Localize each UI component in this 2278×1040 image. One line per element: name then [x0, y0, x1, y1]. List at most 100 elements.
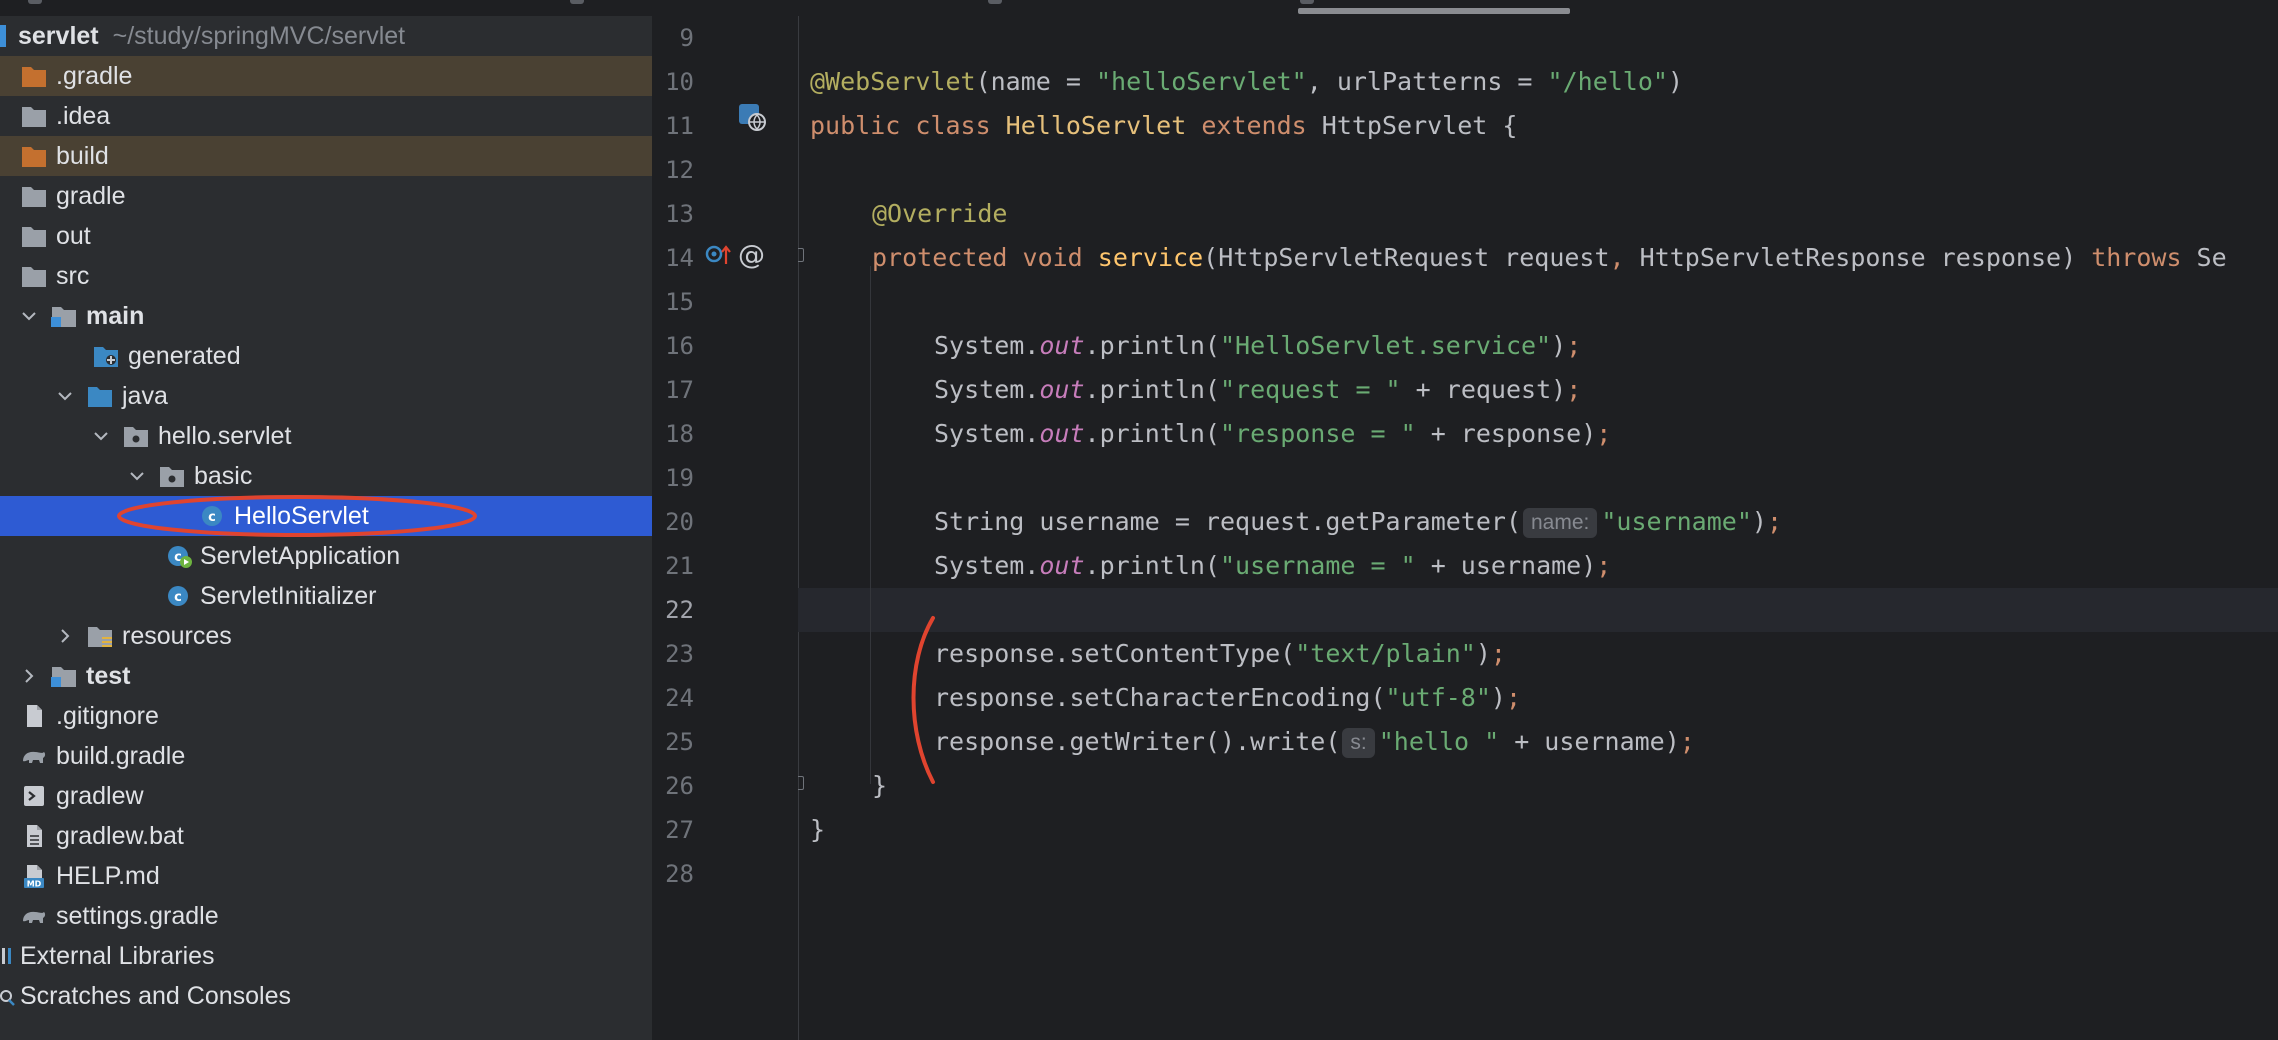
- line-number: 12: [665, 156, 694, 184]
- tree-item-label: gradlew: [56, 781, 144, 810]
- folder-icon: [20, 103, 48, 129]
- token: response.setContentType(: [934, 639, 1296, 668]
- token: out: [1039, 419, 1085, 448]
- token: + response): [1415, 419, 1597, 448]
- folder-excluded-icon: [20, 143, 48, 169]
- code-line-25: response.getWriter().write(s: "hello " + …: [934, 720, 1695, 764]
- implements-method-gutter-icon[interactable]: [704, 238, 734, 268]
- tab-stub: [28, 0, 42, 4]
- tree-item-label: .idea: [56, 101, 111, 130]
- chevron-down-icon[interactable]: [92, 427, 110, 445]
- tree-item-build[interactable]: build: [0, 136, 672, 176]
- project-tree-panel: servlet ~/study/springMVC/servlet .gradl…: [0, 16, 850, 1040]
- token: System.: [934, 419, 1040, 448]
- java-class-icon: [164, 583, 192, 609]
- token: , urlPatterns =: [1306, 67, 1548, 96]
- token: ;: [1490, 639, 1506, 668]
- tree-item-label: src: [56, 261, 90, 290]
- line-number: 21: [665, 552, 694, 580]
- token: Se: [2196, 243, 2227, 272]
- tree-item-java[interactable]: java: [0, 376, 708, 416]
- tree-item-src[interactable]: src: [0, 256, 672, 296]
- line-number: 16: [665, 332, 694, 360]
- token: ;: [1596, 419, 1612, 448]
- chevron-down-icon[interactable]: [56, 387, 74, 405]
- tree-item-gradlew-bat[interactable]: gradlew.bat: [0, 816, 672, 856]
- override-gutter-icon[interactable]: @: [738, 240, 765, 271]
- tree-item-label: out: [56, 221, 91, 250]
- generated-source-folder-icon: [92, 343, 120, 369]
- token: ;: [1566, 331, 1582, 360]
- token: @Override: [872, 199, 1008, 228]
- line-number: 28: [665, 860, 694, 888]
- module-folder-icon: [50, 663, 78, 689]
- markdown-icon: MD: [20, 863, 48, 889]
- token: extends: [1201, 111, 1322, 140]
- chevron-right-icon[interactable]: [56, 627, 74, 645]
- active-tab-indicator: [1298, 8, 1570, 14]
- token: protected void: [872, 243, 1098, 272]
- line-number: 27: [665, 816, 694, 844]
- module-folder-icon: [50, 303, 78, 329]
- token: "response = ": [1219, 419, 1416, 448]
- tree-item-main[interactable]: main: [0, 296, 672, 336]
- tree-item-hello-servlet[interactable]: hello.servlet: [0, 416, 744, 456]
- code-line-10: @WebServlet(name = "helloServlet", urlPa…: [810, 60, 1683, 104]
- line-number: 10: [665, 68, 694, 96]
- tree-item-gitignore[interactable]: .gitignore: [0, 696, 672, 736]
- token: HttpServlet {: [1321, 111, 1518, 140]
- tree-item-label: .gradle: [56, 61, 133, 90]
- root-name: servlet: [18, 21, 99, 50]
- shell-script-icon: [20, 783, 48, 809]
- tree-item-test[interactable]: test: [0, 656, 672, 696]
- code-line-17: System.out.println("request = " + reques…: [934, 368, 1581, 412]
- editor-tab-strip: [0, 0, 2278, 16]
- tree-item-gradle[interactable]: gradle: [0, 176, 672, 216]
- line-number: 24: [665, 684, 694, 712]
- tree-item-external-libraries[interactable]: External Libraries: [0, 936, 652, 976]
- token: ): [1667, 67, 1684, 96]
- token: ): [1490, 683, 1506, 712]
- tree-item-out[interactable]: out: [0, 216, 672, 256]
- current-line-highlight: [798, 588, 2278, 632]
- token: + username): [1499, 727, 1680, 756]
- code-line-14: protected void service(HttpServletReques…: [872, 236, 2227, 280]
- folder-icon: [20, 263, 48, 289]
- tree-item-settings-gradle[interactable]: settings.gradle: [0, 896, 672, 936]
- scratches-icon: [0, 983, 16, 1009]
- chevron-right-icon[interactable]: [20, 667, 38, 685]
- tree-item-label: build: [56, 141, 109, 170]
- tree-item-scratches[interactable]: Scratches and Consoles: [0, 976, 652, 1016]
- web-servlet-gutter-icon[interactable]: [738, 103, 768, 133]
- tree-item-gradle-dir[interactable]: .gradle: [0, 56, 672, 96]
- tree-item-gradlew[interactable]: gradlew: [0, 776, 672, 816]
- token: ;: [1679, 727, 1695, 756]
- tree-item-help-md[interactable]: MD HELP.md: [0, 856, 672, 896]
- tree-item-build-gradle[interactable]: build.gradle: [0, 736, 672, 776]
- token: "username": [1601, 507, 1752, 536]
- folder-icon: [20, 183, 48, 209]
- tree-item-label: java: [122, 381, 168, 410]
- tree-root-servlet[interactable]: servlet ~/study/springMVC/servlet: [0, 16, 652, 56]
- token: response.getWriter().write(: [934, 727, 1341, 756]
- code-editor[interactable]: @WebServlet(name = "helloServlet", urlPa…: [798, 16, 2278, 1040]
- chevron-down-icon[interactable]: [128, 467, 146, 485]
- code-line-13: @Override: [872, 192, 1007, 236]
- token: out: [1039, 551, 1085, 580]
- token: String username = request.getParameter(: [934, 507, 1521, 536]
- tree-item-label: .gitignore: [56, 701, 159, 730]
- tree-item-idea[interactable]: .idea: [0, 96, 672, 136]
- token: "text/plain": [1295, 639, 1476, 668]
- token: ): [1551, 331, 1567, 360]
- tree-item-label: build.gradle: [56, 741, 186, 770]
- tree-item-label: Scratches and Consoles: [20, 981, 291, 1010]
- token: throws: [2091, 243, 2197, 272]
- tree-item-label: generated: [128, 341, 241, 370]
- tree-item-generated[interactable]: generated: [0, 336, 744, 376]
- tree-item-resources[interactable]: resources: [0, 616, 708, 656]
- fold-marker[interactable]: [798, 248, 804, 262]
- fold-marker[interactable]: [798, 776, 804, 790]
- tree-item-label: main: [86, 301, 145, 330]
- chevron-down-icon[interactable]: [20, 307, 38, 325]
- line-number: 13: [665, 200, 694, 228]
